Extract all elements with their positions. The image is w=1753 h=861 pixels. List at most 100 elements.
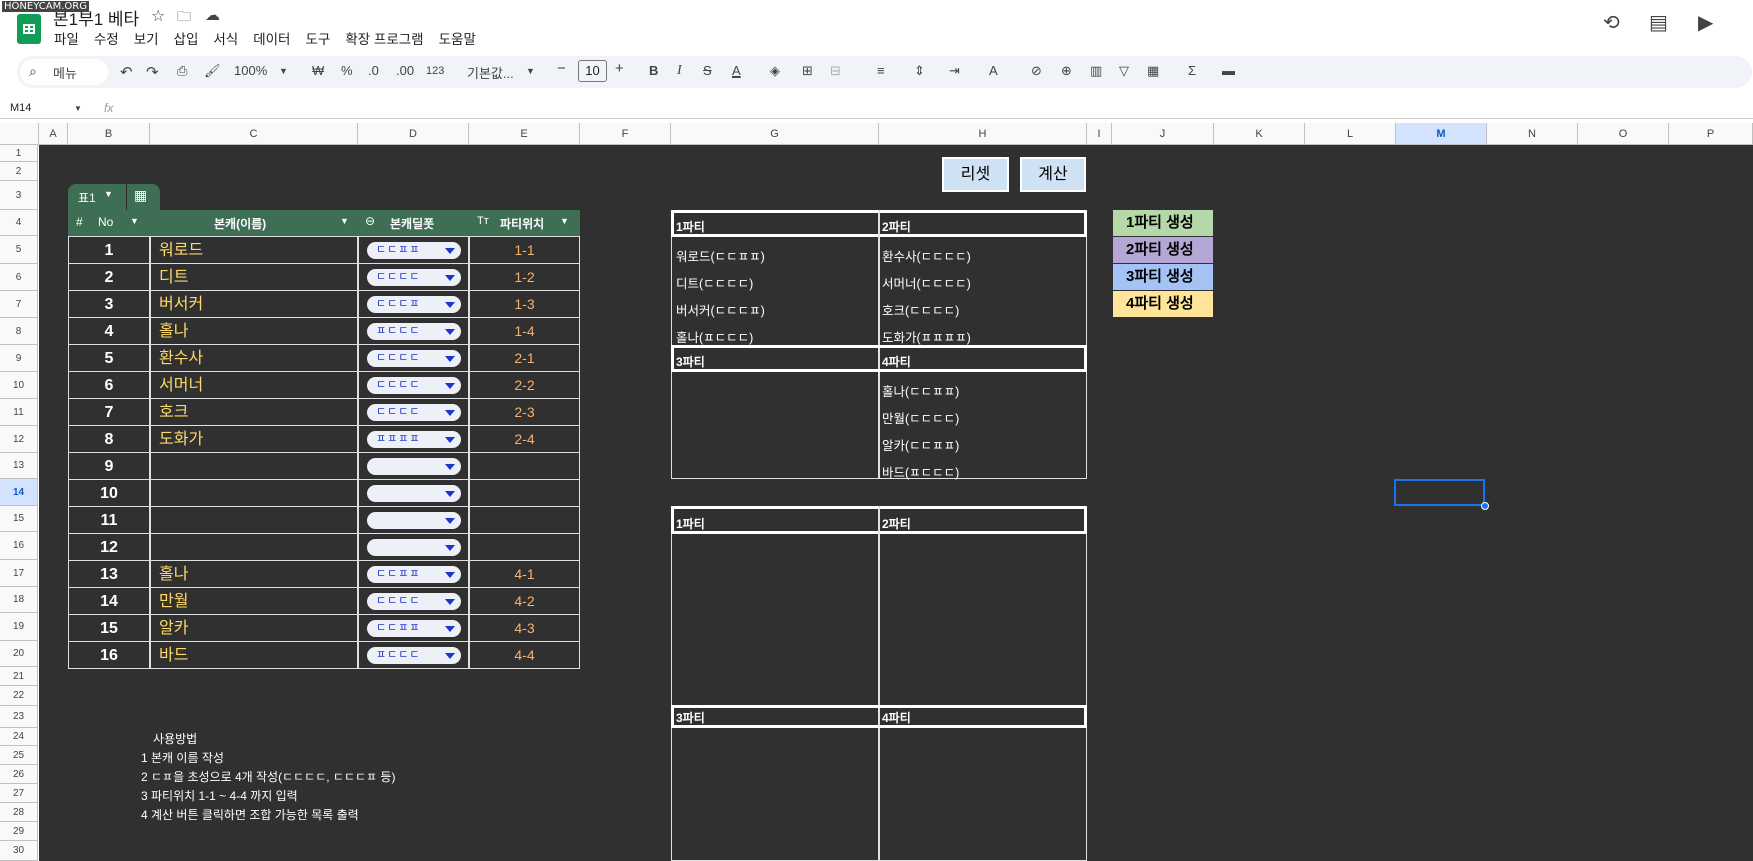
type-dropdown-chip[interactable]: ㄷㄷㅍㅍ [367, 566, 461, 583]
redo-icon[interactable]: ↷ [146, 63, 159, 81]
font-chevron-icon[interactable]: ▼ [526, 66, 535, 76]
percent-format-button[interactable]: % [341, 63, 353, 78]
type-dropdown-chip[interactable]: ㄷㄷㅍㅍ [367, 242, 461, 259]
col-header-p[interactable]: P [1669, 123, 1753, 145]
col-header-f[interactable]: F [580, 123, 671, 145]
party-position-cell[interactable]: 2-2 [469, 371, 580, 399]
menu-format[interactable]: 서식 [213, 28, 238, 48]
row-number-cell[interactable]: 12 [68, 533, 150, 561]
name-cell[interactable]: 만월 [150, 587, 358, 615]
text-color-icon[interactable]: A [732, 63, 741, 78]
type-dropdown-chip[interactable]: ㄷㄷㄷㄷ [367, 404, 461, 421]
type-dropdown-chip[interactable] [367, 485, 461, 502]
party-position-cell[interactable]: 4-1 [469, 560, 580, 588]
row-header[interactable]: 3 [0, 181, 38, 210]
move-folder-icon[interactable]: 🗀 [177, 6, 191, 30]
type-cell[interactable]: ㅍㄷㄷㄷ [358, 317, 469, 345]
row-number-cell[interactable]: 7 [68, 398, 150, 426]
row-number-cell[interactable]: 10 [68, 479, 150, 507]
comment-icon[interactable]: ▤ [1649, 10, 1668, 35]
col-header-o[interactable]: O [1578, 123, 1669, 145]
header-pos-chevron-icon[interactable]: ▼ [560, 216, 569, 226]
row-header[interactable]: 23 [0, 706, 38, 728]
calculate-button[interactable]: 계산 [1020, 157, 1086, 192]
merge-cells-icon[interactable]: ⊟ [830, 63, 841, 79]
col-header-c[interactable]: C [150, 123, 358, 145]
col-header-j[interactable]: J [1112, 123, 1214, 145]
strikethrough-icon[interactable]: S [703, 63, 712, 78]
type-dropdown-chip[interactable] [367, 512, 461, 529]
row-header[interactable]: 4 [0, 210, 38, 236]
insert-chart-icon[interactable]: ▥ [1090, 63, 1102, 79]
row-header[interactable]: 5 [0, 236, 38, 264]
row-number-cell[interactable]: 5 [68, 344, 150, 372]
row-header[interactable]: 2 [0, 162, 38, 181]
menu-insert[interactable]: 삽입 [174, 28, 199, 48]
functions-icon[interactable]: Σ [1188, 63, 1196, 78]
row-header[interactable]: 21 [0, 667, 38, 686]
text-wrap-icon[interactable]: ⇥ [949, 63, 960, 79]
col-header-n[interactable]: N [1487, 123, 1578, 145]
font-select[interactable]: 기본값... [467, 63, 514, 82]
decrease-decimal-button[interactable]: .0 [368, 63, 379, 78]
row-header[interactable]: 1 [0, 145, 38, 162]
type-cell[interactable]: ㅍㄷㄷㄷ [358, 641, 469, 669]
name-cell[interactable]: 알카 [150, 614, 358, 642]
row-header[interactable]: 20 [0, 641, 38, 667]
row-number-cell[interactable]: 9 [68, 452, 150, 480]
filter-views-icon[interactable]: ▦ [1147, 63, 1159, 79]
party-position-cell[interactable]: 1-2 [469, 263, 580, 291]
menu-file[interactable]: 파일 [54, 28, 79, 48]
type-cell[interactable]: ㄷㄷㅍㅍ [358, 560, 469, 588]
generate-party-3-button[interactable]: 3파티 생성 [1113, 264, 1213, 290]
insert-comment-icon[interactable]: ⊕ [1061, 63, 1072, 79]
name-cell[interactable]: 바드 [150, 641, 358, 669]
history-icon[interactable]: ⟲ [1603, 10, 1620, 35]
row-header[interactable]: 27 [0, 784, 38, 803]
row-header[interactable]: 8 [0, 318, 38, 345]
fill-color-icon[interactable]: ◈ [770, 63, 780, 79]
party-position-cell[interactable] [469, 479, 580, 507]
col-header-g[interactable]: G [671, 123, 879, 145]
name-cell[interactable] [150, 479, 358, 507]
fill-handle[interactable] [1481, 502, 1489, 510]
type-dropdown-chip[interactable]: ㄷㄷㄷㅍ [367, 296, 461, 313]
font-size-increase-button[interactable]: + [615, 60, 624, 77]
col-header-e[interactable]: E [469, 123, 580, 145]
col-header-m[interactable]: M [1396, 123, 1487, 145]
type-cell[interactable]: ㄷㄷㄷㄷ [358, 398, 469, 426]
type-cell[interactable]: ㅍㅍㅍㅍ [358, 425, 469, 453]
col-header-h[interactable]: H [879, 123, 1087, 145]
party-position-cell[interactable]: 2-1 [469, 344, 580, 372]
zoom-select[interactable]: 100% [234, 63, 267, 78]
party-position-cell[interactable]: 1-3 [469, 290, 580, 318]
row-header[interactable]: 29 [0, 822, 38, 841]
generate-party-2-button[interactable]: 2파티 생성 [1113, 237, 1213, 263]
italic-icon[interactable]: I [677, 63, 682, 79]
row-header[interactable]: 15 [0, 506, 38, 532]
bold-icon[interactable]: B [649, 63, 658, 78]
formula-input[interactable] [125, 98, 1745, 118]
type-dropdown-chip[interactable]: ㄷㄷㅍㅍ [367, 620, 461, 637]
row-number-cell[interactable]: 8 [68, 425, 150, 453]
name-cell[interactable]: 홀나 [150, 317, 358, 345]
type-dropdown-chip[interactable]: ㄷㄷㄷㄷ [367, 350, 461, 367]
menu-edit[interactable]: 수정 [94, 28, 119, 48]
name-cell[interactable] [150, 452, 358, 480]
row-header[interactable]: 22 [0, 686, 38, 706]
name-box[interactable]: M14 [10, 102, 31, 114]
type-cell[interactable] [358, 533, 469, 561]
name-cell[interactable]: 워로드 [150, 236, 358, 264]
row-header[interactable]: 11 [0, 399, 38, 426]
party-position-cell[interactable]: 4-4 [469, 641, 580, 669]
paint-format-icon[interactable]: 🖌 [204, 63, 221, 79]
row-header[interactable]: 6 [0, 264, 38, 291]
type-cell[interactable]: ㄷㄷㅍㅍ [358, 614, 469, 642]
name-cell[interactable]: 도화가 [150, 425, 358, 453]
row-number-cell[interactable]: 3 [68, 290, 150, 318]
row-number-cell[interactable]: 16 [68, 641, 150, 669]
name-cell[interactable] [150, 506, 358, 534]
type-dropdown-chip[interactable]: ㅍㄷㄷㄷ [367, 323, 461, 340]
row-number-cell[interactable]: 15 [68, 614, 150, 642]
input-tools-icon[interactable]: ▬ [1222, 63, 1235, 78]
